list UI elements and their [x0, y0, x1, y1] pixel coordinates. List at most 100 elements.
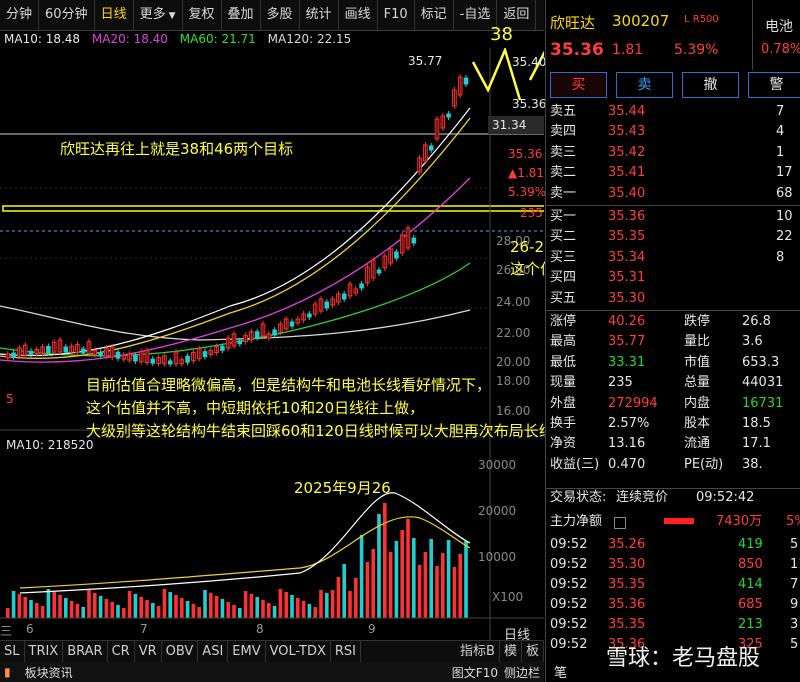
- sidebar-toggle[interactable]: 侧边栏: [504, 664, 540, 681]
- tick-time: 09:52: [550, 557, 588, 572]
- trade-status-value: 连续竞价: [616, 490, 669, 505]
- stat-value-2: 17.1: [742, 436, 771, 452]
- bid-label: 买二: [550, 229, 577, 245]
- volume-bar: [162, 589, 167, 618]
- stats-row: 外盘 272994 内盘 16731: [546, 394, 800, 414]
- ask-row: 卖一 35.40 68: [546, 184, 800, 204]
- volume-bar: [104, 599, 109, 618]
- bid-volume: 8: [776, 249, 785, 265]
- annotation-38: 38: [490, 24, 513, 45]
- volume-bar: [377, 514, 381, 618]
- sell-button[interactable]: 卖: [616, 72, 673, 98]
- tab-obv[interactable]: OBV: [162, 641, 199, 663]
- axis-18: 18.00: [496, 374, 531, 388]
- sector-news-link[interactable]: 板块资讯: [25, 664, 73, 681]
- stat-key: 净资: [550, 436, 577, 452]
- alert-button[interactable]: 警: [748, 72, 800, 98]
- volume-bar: [243, 591, 248, 618]
- toolbar-adjust[interactable]: 复权: [183, 0, 222, 30]
- x-label-8: 8: [256, 622, 264, 636]
- main-flow-value: 7430万: [716, 514, 763, 529]
- tab-vol-tdx[interactable]: VOL-TDX: [266, 641, 331, 663]
- tab-indicator-b[interactable]: 指标B: [456, 641, 500, 663]
- volume-bar: [354, 578, 358, 618]
- toolbar-overlay[interactable]: 叠加: [222, 0, 261, 30]
- tick-time: 09:52: [550, 577, 588, 592]
- bid-label: 买五: [550, 290, 577, 306]
- ask-label: 卖五: [550, 104, 577, 119]
- tick-count: 5: [790, 537, 799, 552]
- bid-price: 35.36: [608, 209, 646, 224]
- tick-price: 35.35: [608, 577, 646, 592]
- tab-vr[interactable]: VR: [135, 641, 162, 663]
- volume-bar: [429, 539, 433, 618]
- volume-bar: [226, 602, 230, 618]
- tick-time: 09:52: [550, 637, 588, 652]
- volume-bar: [400, 530, 404, 618]
- tab-rsi[interactable]: RSI: [331, 641, 361, 663]
- volume-bar: [383, 503, 387, 618]
- volume-bar: [69, 601, 74, 618]
- toolbar-draw[interactable]: 画线: [339, 0, 378, 30]
- ask-volume: 7: [776, 104, 785, 119]
- volume-bar: [75, 604, 80, 618]
- tab-emv[interactable]: EMV: [228, 641, 266, 663]
- ma60-label: MA60: 21.71: [179, 32, 256, 46]
- sector-box[interactable]: 电池 0.78%: [752, 0, 800, 70]
- tick-volume: 414: [738, 577, 763, 592]
- main-flow-pct: 5%: [786, 514, 800, 529]
- tab-sl[interactable]: SL: [0, 641, 25, 663]
- main-flow-icon[interactable]: [614, 517, 626, 529]
- cancel-button[interactable]: 撤: [682, 72, 739, 98]
- volume-bar: [116, 605, 120, 618]
- axis-price: 35.36: [508, 147, 543, 161]
- chart-toolbar: 分钟 60分钟 日线 更多 ▼ 复权 叠加 多股 统计 画线 F10 标记 -自选…: [0, 0, 544, 31]
- bid-row: 买三 35.34 8: [546, 248, 800, 268]
- ask-label: 卖一: [550, 185, 577, 201]
- kline-chart[interactable]: [0, 48, 544, 640]
- toolbar-mark[interactable]: 标记: [415, 0, 454, 30]
- tab-sector[interactable]: 板: [522, 641, 544, 663]
- bid-volume: 22: [776, 229, 793, 245]
- volume-bar: [394, 541, 399, 618]
- stats-row: 换手 2.57% 股本 18.5: [546, 414, 800, 434]
- tab-trix[interactable]: TRIX: [25, 641, 64, 663]
- tick-volume: 850: [738, 557, 763, 572]
- toolbar-f10[interactable]: F10: [378, 0, 415, 30]
- chevron-down-icon: ▼: [168, 11, 176, 21]
- toolbar-stats[interactable]: 统计: [300, 0, 339, 30]
- toolbar-daily[interactable]: 日线: [95, 0, 134, 30]
- tab-template[interactable]: 模: [500, 641, 522, 663]
- tab-cr[interactable]: CR: [108, 641, 135, 663]
- price-pct: 5.39%: [674, 42, 719, 58]
- toolbar-multi-stock[interactable]: 多股: [261, 0, 300, 30]
- volume-bar: [87, 590, 91, 618]
- stat-key: 最低: [550, 354, 577, 370]
- toolbar-60min[interactable]: 60分钟: [39, 0, 95, 30]
- volume-bar: [98, 596, 103, 618]
- support-box: [2, 205, 544, 212]
- tick-time: 09:52: [550, 597, 588, 612]
- volume-bar: [52, 592, 56, 618]
- volume-bar: [388, 552, 393, 618]
- f10-link[interactable]: 图文F10: [452, 664, 498, 681]
- sector-name: 电池: [765, 19, 793, 35]
- bid-row: 买五 35.30: [546, 289, 800, 309]
- volume-bar: [284, 592, 288, 618]
- tab-asi[interactable]: ASI: [198, 641, 229, 663]
- volume-bar: [458, 554, 462, 618]
- volume-bar: [267, 603, 271, 618]
- tab-brar[interactable]: BRAR: [63, 641, 108, 663]
- order-book-divider: [546, 205, 800, 206]
- main-flow-bar: [664, 518, 694, 524]
- stat-value: 40.26: [608, 314, 646, 329]
- toolbar-minute[interactable]: 分钟: [0, 0, 40, 30]
- tick-count: 9: [790, 597, 799, 612]
- volume-bar: [446, 540, 451, 618]
- toolbar-more[interactable]: 更多 ▼: [134, 0, 183, 30]
- stats-row: 现量 235 总量 44031: [546, 373, 800, 393]
- buy-button[interactable]: 买: [550, 72, 607, 98]
- volume-bar: [261, 600, 265, 618]
- sector-pct: 0.78%: [761, 42, 800, 57]
- volume-bar: [330, 590, 335, 618]
